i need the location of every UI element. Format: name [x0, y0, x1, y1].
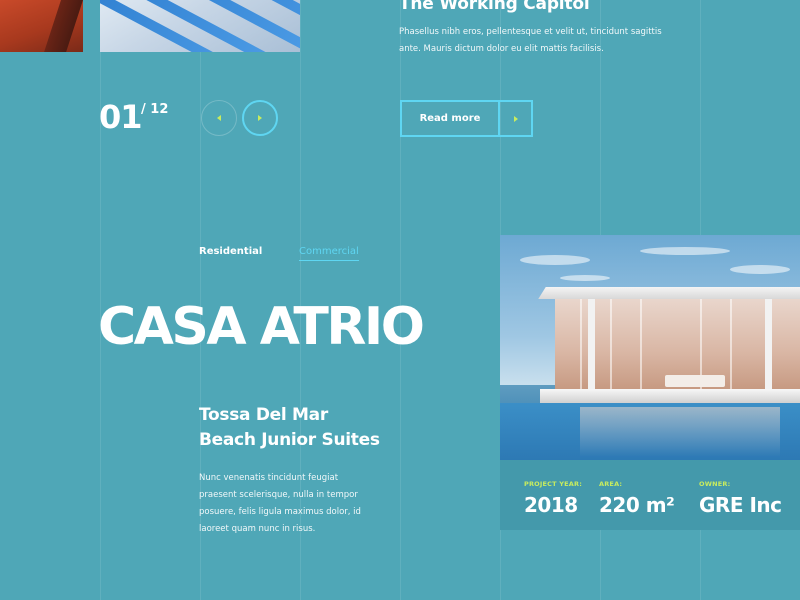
next-slide-button[interactable] [242, 100, 278, 136]
villa-pool-image [500, 235, 800, 460]
read-more-label: Read more [419, 113, 481, 124]
stat-value: GRE Inc [699, 493, 782, 517]
project-title: CASA ATRIO [98, 297, 425, 357]
slide-counter-total: / 12 [141, 102, 169, 117]
stat-project-year: PROJECT YEAR: 2018 [524, 480, 582, 517]
top-project-title: The Working Capitol [399, 0, 590, 14]
project-subtitle-line1: Tossa Del Mar [199, 405, 328, 425]
stat-label: PROJECT YEAR: [524, 480, 583, 488]
stat-owner: OWNER: GRE Inc [699, 480, 782, 517]
stat-label: AREA: [599, 480, 623, 488]
stat-value: 220 m² [599, 493, 675, 517]
previous-slide-button[interactable] [201, 100, 237, 136]
triangle-right-icon [258, 115, 262, 121]
slide-counter-current: 01 [99, 98, 143, 136]
project-subtitle-line2: Beach Junior Suites [199, 430, 380, 450]
read-more-arrow-cell [498, 102, 531, 135]
triangle-right-icon [513, 115, 518, 122]
top-project-description: Phasellus nibh eros, pellentesque et vel… [399, 27, 662, 54]
project-description: Nunc venenatis tincidunt feugiat praesen… [199, 473, 361, 534]
read-more-button[interactable]: Read more [400, 100, 533, 137]
triangle-left-icon [217, 115, 221, 121]
stat-area: AREA: 220 m² [599, 480, 675, 517]
tab-commercial[interactable]: Commercial [299, 246, 359, 261]
project-subtitle: Tossa Del Mar Beach Junior Suites [199, 403, 380, 453]
project-stats-panel: PROJECT YEAR: 2018 AREA: 220 m² OWNER: G… [500, 460, 800, 530]
stat-label: OWNER: [699, 480, 731, 488]
red-architecture-thumbnail[interactable] [0, 0, 83, 52]
stat-value: 2018 [524, 493, 578, 517]
glass-building-thumbnail[interactable] [100, 0, 300, 52]
tab-residential[interactable]: Residential [199, 246, 262, 257]
